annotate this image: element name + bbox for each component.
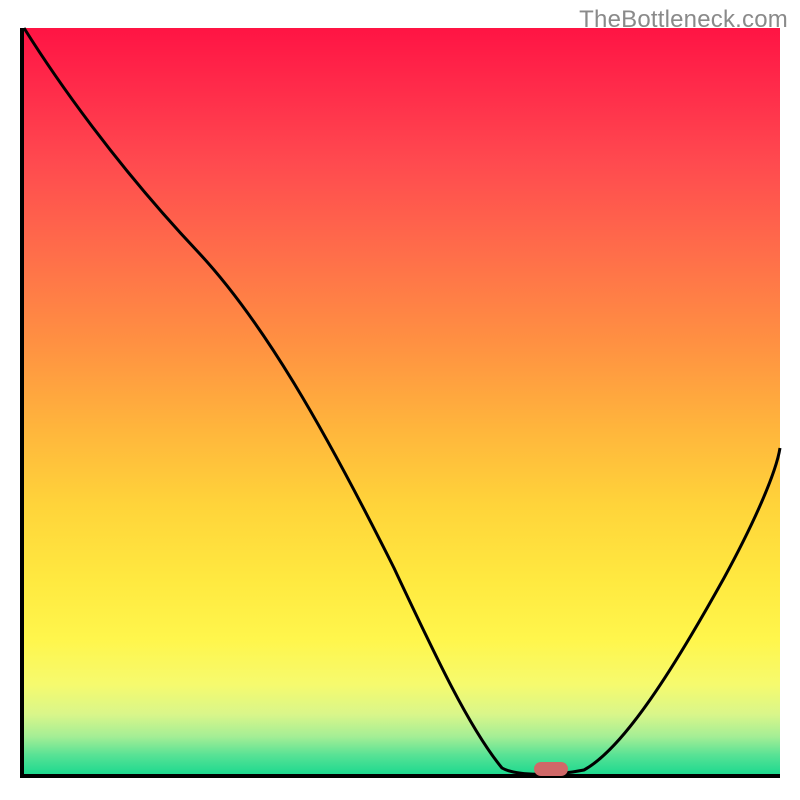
chart-container: TheBottleneck.com	[0, 0, 800, 800]
curve-layer	[24, 28, 780, 774]
watermark-text: TheBottleneck.com	[579, 6, 788, 34]
optimal-marker	[534, 762, 568, 776]
plot-area	[20, 28, 780, 778]
bottleneck-curve	[24, 28, 780, 774]
